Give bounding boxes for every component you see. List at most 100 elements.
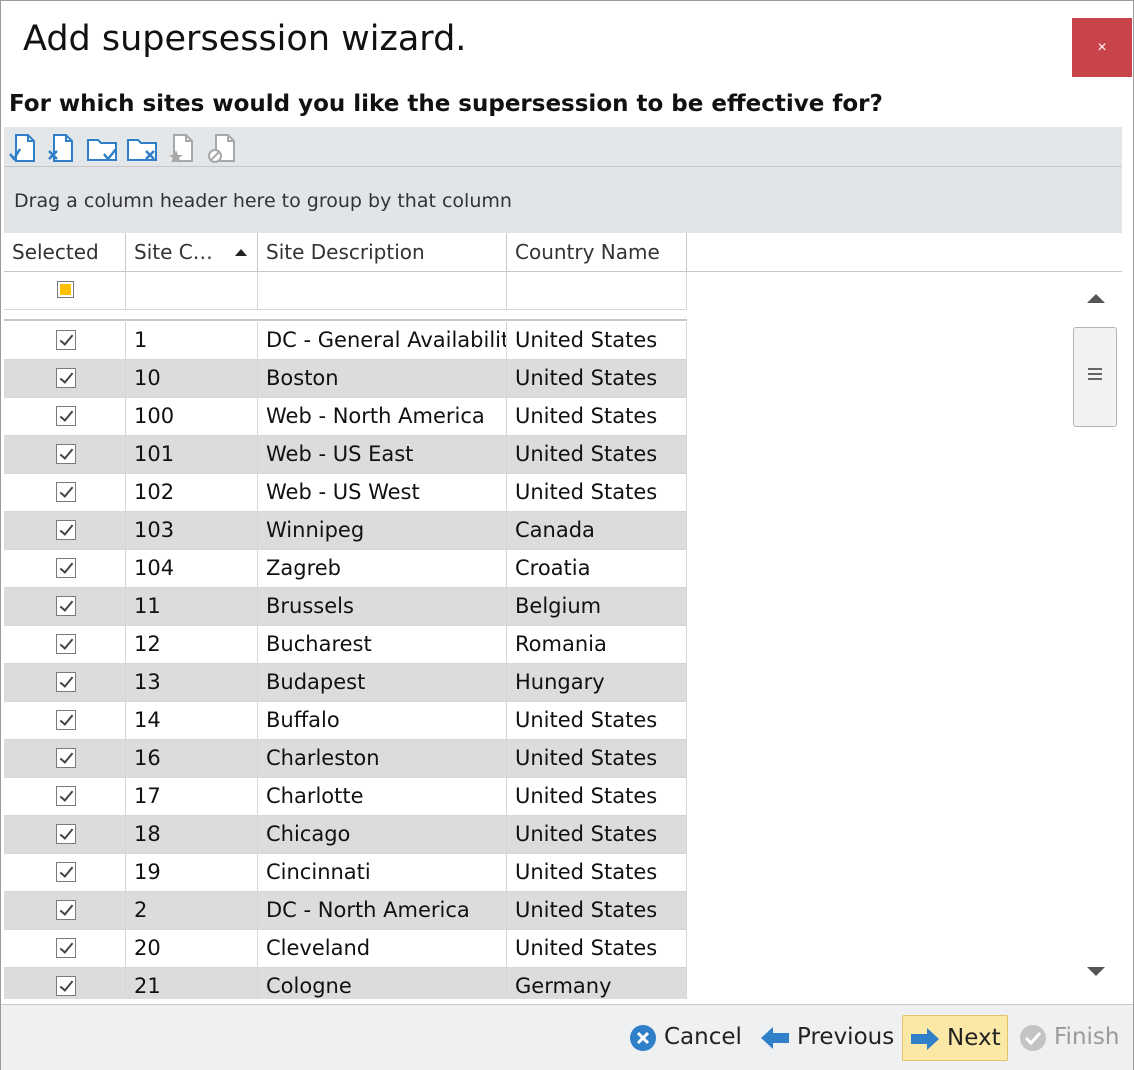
cell-site-description[interactable]: DC - General Availability xyxy=(258,322,507,359)
table-row[interactable]: 19 Cincinnati United States xyxy=(4,854,687,892)
table-row[interactable]: 100 Web - North America United States xyxy=(4,398,687,436)
filter-cell-country-name[interactable] xyxy=(507,272,687,310)
cell-country-name[interactable]: Belgium xyxy=(507,588,687,625)
cell-country-name[interactable]: United States xyxy=(507,892,687,929)
cell-site-description[interactable]: Charlotte xyxy=(258,778,507,815)
cell-country-name[interactable]: Croatia xyxy=(507,550,687,587)
row-checkbox-checked[interactable] xyxy=(56,824,76,844)
cell-selected[interactable] xyxy=(4,816,126,853)
cell-country-name[interactable]: United States xyxy=(507,702,687,739)
row-checkbox-checked[interactable] xyxy=(56,558,76,578)
table-row[interactable]: 16 Charleston United States xyxy=(4,740,687,778)
cell-selected[interactable] xyxy=(4,854,126,891)
row-checkbox-checked[interactable] xyxy=(56,938,76,958)
row-checkbox-checked[interactable] xyxy=(56,330,76,350)
cell-country-name[interactable]: United States xyxy=(507,930,687,967)
cell-site-code[interactable]: 21 xyxy=(126,968,258,999)
scroll-down-arrow-icon[interactable] xyxy=(1087,967,1105,976)
previous-button[interactable]: Previous xyxy=(759,1015,894,1059)
cell-selected[interactable] xyxy=(4,930,126,967)
table-row[interactable]: 21 Cologne Germany xyxy=(4,968,687,999)
cell-site-code[interactable]: 19 xyxy=(126,854,258,891)
deselect-all-icon[interactable] xyxy=(126,132,160,166)
cell-site-code[interactable]: 2 xyxy=(126,892,258,929)
cell-site-description[interactable]: Charleston xyxy=(258,740,507,777)
scroll-up-arrow-icon[interactable] xyxy=(1087,294,1105,303)
cell-selected[interactable] xyxy=(4,550,126,587)
table-row[interactable]: 20 Cleveland United States xyxy=(4,930,687,968)
scroll-thumb[interactable] xyxy=(1073,327,1117,427)
row-checkbox-checked[interactable] xyxy=(56,672,76,692)
table-row[interactable]: 1 DC - General Availability United States xyxy=(4,322,687,360)
cell-site-code[interactable]: 13 xyxy=(126,664,258,701)
table-row[interactable]: 13 Budapest Hungary xyxy=(4,664,687,702)
filter-cell-selected[interactable] xyxy=(4,272,126,310)
column-header-selected[interactable]: Selected xyxy=(4,233,126,271)
table-row[interactable]: 101 Web - US East United States xyxy=(4,436,687,474)
next-button[interactable]: Next xyxy=(902,1015,1008,1061)
cell-country-name[interactable]: United States xyxy=(507,474,687,511)
cell-selected[interactable] xyxy=(4,664,126,701)
cell-site-description[interactable]: Brussels xyxy=(258,588,507,625)
cell-site-code[interactable]: 16 xyxy=(126,740,258,777)
cell-country-name[interactable]: United States xyxy=(507,740,687,777)
cell-site-description[interactable]: Buffalo xyxy=(258,702,507,739)
row-checkbox-checked[interactable] xyxy=(56,406,76,426)
cell-site-description[interactable]: Cleveland xyxy=(258,930,507,967)
cell-site-code[interactable]: 100 xyxy=(126,398,258,435)
group-by-panel[interactable]: Drag a column header here to group by th… xyxy=(4,166,1122,234)
cell-country-name[interactable]: United States xyxy=(507,360,687,397)
cell-selected[interactable] xyxy=(4,474,126,511)
cell-selected[interactable] xyxy=(4,322,126,359)
cell-site-description[interactable]: Web - US West xyxy=(258,474,507,511)
cell-selected[interactable] xyxy=(4,626,126,663)
cell-site-code[interactable]: 102 xyxy=(126,474,258,511)
cell-selected[interactable] xyxy=(4,398,126,435)
cell-country-name[interactable]: United States xyxy=(507,778,687,815)
column-header-site-description[interactable]: Site Description xyxy=(258,233,507,271)
row-checkbox-checked[interactable] xyxy=(56,368,76,388)
cell-site-code[interactable]: 14 xyxy=(126,702,258,739)
vertical-scrollbar[interactable] xyxy=(1070,274,1122,999)
deselect-page-icon[interactable] xyxy=(46,132,80,166)
row-checkbox-checked[interactable] xyxy=(56,520,76,540)
cell-site-code[interactable]: 11 xyxy=(126,588,258,625)
cell-country-name[interactable]: United States xyxy=(507,816,687,853)
cell-site-description[interactable]: Web - US East xyxy=(258,436,507,473)
cell-site-description[interactable]: Zagreb xyxy=(258,550,507,587)
filter-checkbox-indeterminate[interactable] xyxy=(57,281,74,298)
table-row[interactable]: 12 Bucharest Romania xyxy=(4,626,687,664)
cell-site-code[interactable]: 18 xyxy=(126,816,258,853)
select-all-icon[interactable] xyxy=(86,132,120,166)
cell-site-description[interactable]: Winnipeg xyxy=(258,512,507,549)
row-checkbox-checked[interactable] xyxy=(56,786,76,806)
row-checkbox-checked[interactable] xyxy=(56,444,76,464)
cancel-button[interactable]: Cancel xyxy=(628,1015,742,1059)
cell-selected[interactable] xyxy=(4,436,126,473)
cell-site-description[interactable]: Chicago xyxy=(258,816,507,853)
cell-site-code[interactable]: 12 xyxy=(126,626,258,663)
column-header-country-name[interactable]: Country Name xyxy=(507,233,687,271)
cell-site-description[interactable]: DC - North America xyxy=(258,892,507,929)
row-checkbox-checked[interactable] xyxy=(56,862,76,882)
cell-selected[interactable] xyxy=(4,892,126,929)
cell-site-description[interactable]: Web - North America xyxy=(258,398,507,435)
filter-cell-site-code[interactable] xyxy=(126,272,258,310)
column-header-site-code[interactable]: Site C… xyxy=(126,233,258,271)
row-checkbox-checked[interactable] xyxy=(56,634,76,654)
cell-selected[interactable] xyxy=(4,740,126,777)
cell-site-description[interactable]: Budapest xyxy=(258,664,507,701)
cell-site-code[interactable]: 101 xyxy=(126,436,258,473)
cell-site-description[interactable]: Bucharest xyxy=(258,626,507,663)
table-row[interactable]: 17 Charlotte United States xyxy=(4,778,687,816)
select-page-icon[interactable] xyxy=(8,132,42,166)
cell-country-name[interactable]: Canada xyxy=(507,512,687,549)
cell-site-code[interactable]: 1 xyxy=(126,322,258,359)
table-row[interactable]: 10 Boston United States xyxy=(4,360,687,398)
table-row[interactable]: 102 Web - US West United States xyxy=(4,474,687,512)
cell-site-code[interactable]: 104 xyxy=(126,550,258,587)
cell-selected[interactable] xyxy=(4,588,126,625)
row-checkbox-checked[interactable] xyxy=(56,748,76,768)
cell-site-code[interactable]: 17 xyxy=(126,778,258,815)
filter-cell-site-description[interactable] xyxy=(258,272,507,310)
